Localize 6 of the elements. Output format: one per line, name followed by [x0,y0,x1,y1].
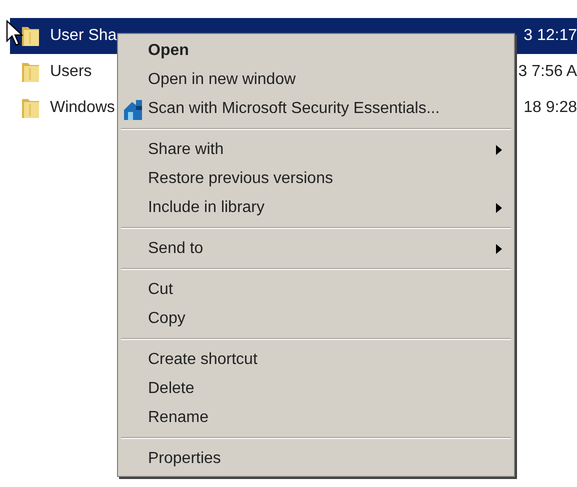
file-date: 3 12:17 [524,26,577,46]
file-date: 18 9:28 [524,98,577,118]
file-name: Users [50,62,93,82]
file-name: User Sha [50,26,118,46]
file-date: 3 7:56 A [518,62,577,82]
file-name: Windows [50,98,116,118]
